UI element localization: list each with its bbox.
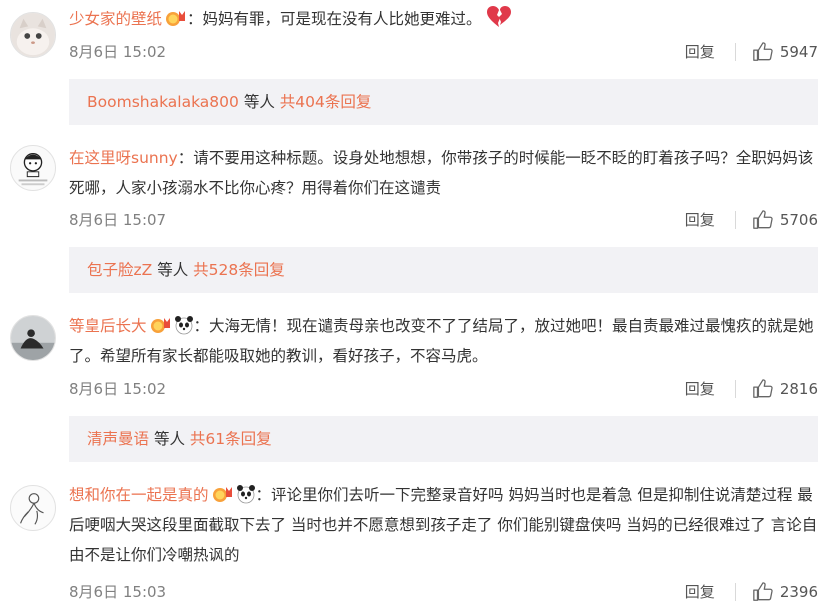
comment-list: 少女家的壁纸 ：妈妈有罪，可是现在没有人比她更难过。 8月6日 15:02 回复 …: [0, 0, 834, 616]
panda-badge-icon: [174, 315, 194, 335]
reply-summary-text: 等人: [238, 93, 280, 111]
reply-button[interactable]: 回复: [685, 580, 715, 604]
like-button[interactable]: 2396: [752, 581, 818, 603]
member-badge-icon: [212, 484, 234, 504]
divider: [734, 380, 736, 398]
member-badge-icon: [150, 315, 172, 335]
reply-button[interactable]: 回复: [685, 40, 715, 64]
broken-heart-icon: [486, 5, 512, 29]
reply-summary-count[interactable]: 共61条回复: [190, 430, 272, 448]
like-count: 5947: [779, 43, 818, 61]
reply-button[interactable]: 回复: [685, 208, 715, 232]
comment-time: 8月6日 15:03: [69, 583, 167, 601]
comment-text: ：妈妈有罪，可是现在没有人比她更难过。: [187, 10, 482, 28]
thumbs-up-icon: [753, 379, 773, 398]
comment-time: 8月6日 15:02: [69, 380, 167, 398]
divider: [734, 211, 736, 229]
member-badge-icon: [165, 8, 187, 28]
reply-summary[interactable]: 包子脸zZ 等人 共528条回复: [69, 247, 818, 293]
reply-summary-user[interactable]: 包子脸zZ: [87, 261, 152, 279]
reply-summary[interactable]: 清声曼语 等人 共61条回复: [69, 416, 818, 462]
comment-time: 8月6日 15:02: [69, 43, 167, 61]
like-button[interactable]: 5706: [752, 209, 818, 231]
reply-summary-user[interactable]: 清声曼语: [87, 430, 149, 448]
reply-summary-text: 等人: [152, 261, 194, 279]
avatar[interactable]: [10, 12, 56, 58]
divider: [734, 43, 736, 61]
reply-summary-count[interactable]: 共404条回复: [280, 93, 372, 111]
like-count: 2816: [779, 380, 818, 398]
thumbs-up-icon: [753, 210, 773, 229]
panda-badge-icon: [236, 484, 256, 504]
reply-summary[interactable]: Boomshakalaka800 等人 共404条回复: [69, 79, 818, 125]
like-count: 5706: [779, 211, 818, 229]
avatar[interactable]: [10, 145, 56, 191]
comment-username[interactable]: 等皇后长大: [69, 317, 147, 335]
avatar[interactable]: [10, 485, 56, 531]
like-button[interactable]: 2816: [752, 378, 818, 400]
divider: [734, 583, 736, 601]
avatar[interactable]: [10, 315, 56, 361]
reply-summary-count[interactable]: 共528条回复: [193, 261, 285, 279]
thumbs-up-icon: [753, 582, 773, 601]
comment-username[interactable]: 少女家的壁纸: [69, 10, 162, 28]
reply-button[interactable]: 回复: [685, 377, 715, 401]
comment-username[interactable]: 在这里呀sunny: [69, 149, 178, 167]
like-button[interactable]: 5947: [752, 41, 818, 63]
comment-time: 8月6日 15:07: [69, 211, 167, 229]
comment-text: ：请不要用这种标题。设身处地想想，你带孩子的时候能一眨不眨的盯着孩子吗？全职妈妈…: [69, 149, 814, 197]
like-count: 2396: [779, 583, 818, 601]
thumbs-up-icon: [753, 42, 773, 61]
reply-summary-user[interactable]: Boomshakalaka800: [87, 93, 239, 111]
comment-username[interactable]: 想和你在一起是真的: [69, 486, 209, 504]
reply-summary-text: 等人: [149, 430, 190, 448]
